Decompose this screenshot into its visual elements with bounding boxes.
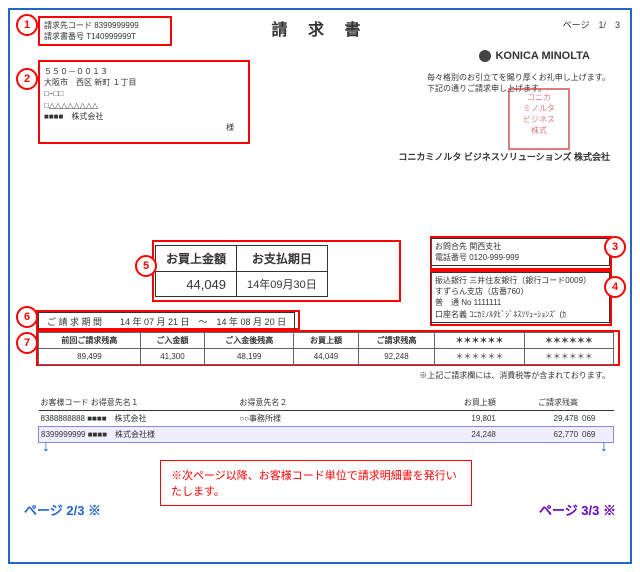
contact-info: お問合先 関西支社 電話番号 0120-999-999 — [430, 238, 610, 266]
red-note: ※次ページ以降、お客様コード単位で請求明細書を発行いたします。 — [160, 460, 472, 506]
box-1: 請求先コード 8399999999 請求書番号 T140999999T — [38, 16, 172, 46]
zip: ５５０－００１３ — [44, 66, 244, 77]
callout-2: 2 — [16, 68, 38, 90]
callout-4: 4 — [604, 276, 626, 298]
arrow-down-right-icon: ↓ — [600, 438, 608, 456]
callout-1: 1 — [16, 14, 38, 36]
customer-table: お客様コード お得意先名１ お得意先名２ お買上額 ご請求残高 83888888… — [38, 395, 614, 443]
bank-info: 振込銀行 三井住友銀行（銀行コード0009） すずらん支店（店番760） 普 通… — [430, 272, 610, 323]
callout-6: 6 — [16, 306, 38, 328]
page-link-3-3[interactable]: ページ 3/3 ※ — [539, 500, 616, 519]
billing-period: ご 請 求 期 間 14 年 07 月 21 日 ～ 14 年 08 月 20 … — [38, 312, 295, 331]
invoice-number: 請求書番号 T140999999T — [44, 31, 166, 42]
table-row-highlighted: 8399999999 ■■■■ 株式会社様24,24862,770069 — [39, 427, 614, 443]
page-number: ページ 1/ 3 — [563, 18, 620, 31]
document-frame: 1 請求先コード 8399999999 請求書番号 T140999999T 請 … — [8, 8, 632, 564]
company-seal: コニカミノルタビジネス株式 — [508, 88, 570, 150]
tax-note: ※上記ご請求欄には、消費税等が含まれております。 — [419, 370, 610, 381]
addr: 大阪市 西区 新町 １丁目 — [44, 77, 244, 88]
page-link-2-3[interactable]: ページ 2/3 ※ — [24, 500, 101, 519]
callout-5: 5 — [135, 255, 157, 277]
billing-code: 請求先コード 8399999999 — [44, 20, 166, 31]
amount-table: お買上金額お支払期日 44,04914年09月30日 — [155, 245, 328, 297]
arrow-down-left-icon: ↓ — [42, 438, 50, 456]
callout-7: 7 — [16, 332, 38, 354]
company-name: コニカミノルタ ビジネスソリューションズ 株式会社 — [398, 150, 610, 163]
konica-logo: KONICA MINOLTA — [479, 50, 590, 62]
callout-3: 3 — [604, 236, 626, 258]
box-2-address: ５５０－００１３ 大阪市 西区 新町 １丁目 □−□□ □△△△△△△△△ ■■… — [38, 60, 250, 144]
table-row: 8388888888 ■■■■ 株式会社○○事務所様19,80129,47806… — [39, 411, 614, 427]
summary-table: 前回ご請求残高ご入金額ご入金後残高お買上額ご請求残高＊＊＊＊＊＊＊＊＊＊＊＊ 8… — [38, 332, 614, 365]
sama: 様 — [44, 122, 244, 133]
